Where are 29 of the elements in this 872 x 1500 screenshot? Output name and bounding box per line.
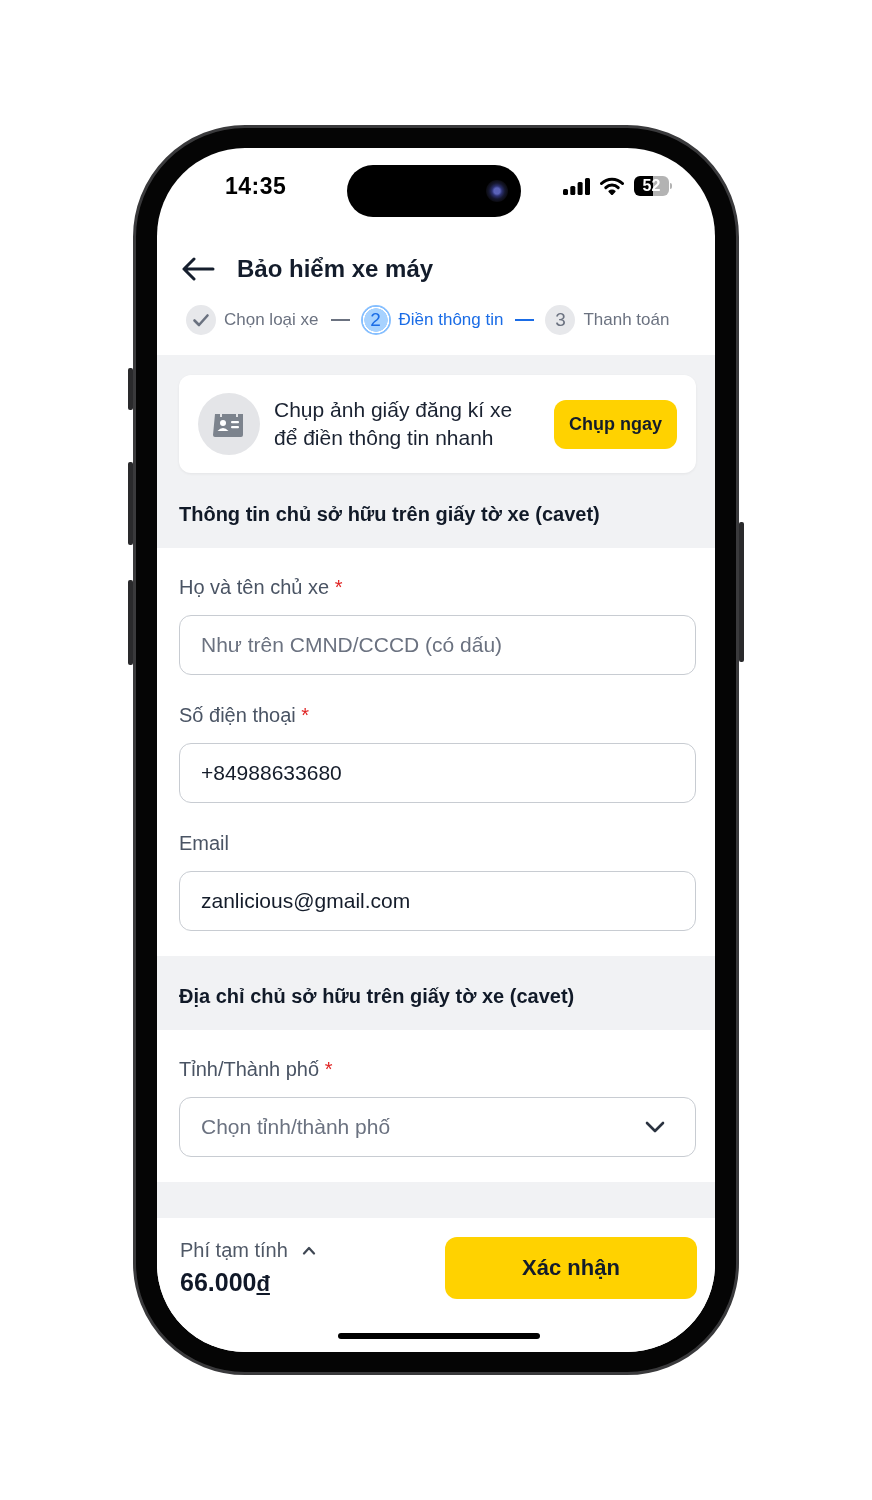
chevron-down-icon xyxy=(645,1121,665,1133)
field-label: Số điện thoại * xyxy=(179,703,311,728)
wifi-icon xyxy=(600,177,624,195)
input-field[interactable]: zanlicious@gmail.com xyxy=(179,871,696,931)
step-label: Điền thông tin xyxy=(398,309,504,331)
page-title: Bảo hiểm xe máy xyxy=(237,254,434,284)
capture-now-button[interactable]: Chụp ngay xyxy=(554,399,677,449)
section-title: Thông tin chủ sở hữu trên giấy tờ xe (cavet) xyxy=(179,502,601,527)
phone-side-key xyxy=(128,368,133,410)
caret-up-icon[interactable] xyxy=(301,1245,316,1255)
step-label: Thanh toán xyxy=(583,309,670,331)
dropdown-field[interactable]: Chọn tỉnh/thành phố xyxy=(179,1097,696,1157)
back-arrow-icon[interactable] xyxy=(181,257,215,281)
field-label: Họ và tên chủ xe * xyxy=(179,575,344,600)
step-number: 3 xyxy=(545,305,576,335)
section-title: Địa chỉ chủ sở hữu trên giấy tờ xe (cavet) xyxy=(179,984,576,1009)
banner-text: Chụp ảnh giấy đăng kí xe để điền thông tin nhanh xyxy=(274,397,514,451)
step-label: Chọn loại xe xyxy=(224,309,319,331)
field-label: Email xyxy=(179,831,230,856)
id-card-icon xyxy=(198,393,260,455)
field-label: Tỉnh/Thành phố * xyxy=(179,1057,334,1082)
fee-label: Phí tạm tính xyxy=(180,1238,288,1263)
signal-icon xyxy=(563,177,590,195)
confirm-button[interactable]: Xác nhận xyxy=(445,1237,697,1299)
input-field[interactable]: Như trên CMND/CCCD (có dấu) xyxy=(179,615,696,675)
status-time: 14:35 xyxy=(225,174,287,198)
step-number: 2 xyxy=(360,305,391,335)
input-field[interactable]: +84988633680 xyxy=(179,743,696,803)
price-text: 66.000đ xyxy=(180,1267,271,1298)
